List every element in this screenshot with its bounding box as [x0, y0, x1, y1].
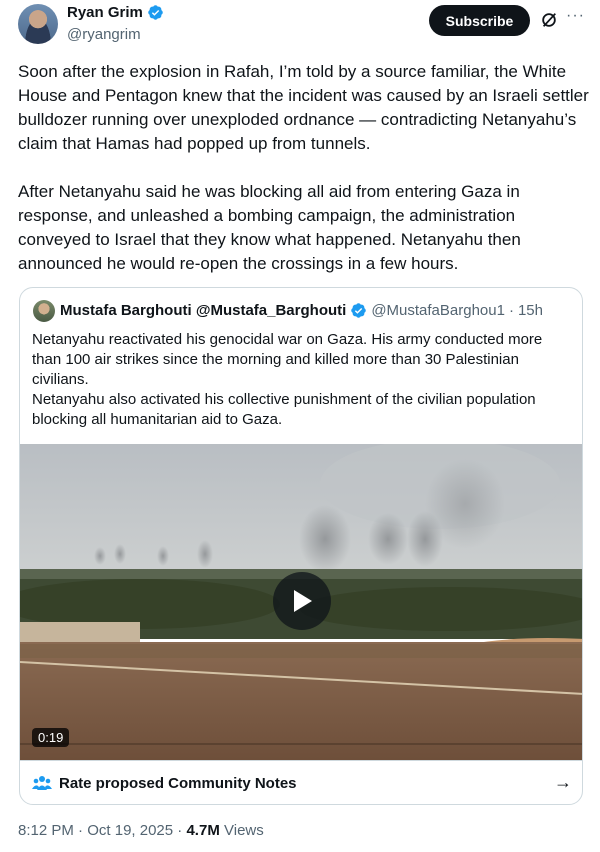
video-player[interactable]: 0:19: [20, 444, 582, 760]
community-notes-bar[interactable]: Rate proposed Community Notes →: [20, 760, 582, 804]
tweet-date[interactable]: Oct 19, 2025: [87, 822, 173, 839]
quoted-text-line: Netanyahu reactivated his genocidal war …: [32, 331, 543, 388]
quoted-tweet-header: Mustafa Barghouti @Mustafa_Barghouti @Mu…: [60, 302, 543, 319]
subscribe-button[interactable]: Subscribe: [429, 5, 530, 36]
author-handle[interactable]: @ryangrim: [67, 26, 141, 43]
arrow-right-icon[interactable]: →: [554, 772, 572, 793]
quoted-tweet-text: Netanyahu reactivated his genocidal war …: [32, 330, 572, 430]
play-icon: [294, 590, 312, 612]
author-name[interactable]: Ryan Grim: [67, 4, 143, 21]
author-name-row[interactable]: Ryan Grim: [67, 4, 164, 21]
grok-icon[interactable]: [540, 11, 558, 29]
separator-dot: ·: [78, 822, 84, 839]
tweet-paragraph: Soon after the explosion in Rafah, I’m t…: [18, 62, 589, 153]
quoted-tweet[interactable]: Mustafa Barghouti @Mustafa_Barghouti @Mu…: [19, 287, 583, 805]
tweet-metadata: 8:12 PM · Oct 19, 2025 · 4.7M Views: [18, 822, 264, 839]
separator-dot: ·: [508, 302, 514, 319]
community-notes-icon: [32, 776, 52, 790]
quoted-author-avatar[interactable]: [33, 300, 55, 322]
more-options-icon[interactable]: ···: [566, 7, 585, 25]
play-button[interactable]: [273, 572, 331, 630]
video-duration: 0:19: [32, 728, 70, 747]
views-label: Views: [224, 822, 264, 839]
tweet-text: Soon after the explosion in Rafah, I’m t…: [18, 60, 590, 300]
quoted-author-handle[interactable]: @MustafaBarghou1: [371, 302, 505, 319]
quoted-text-line: Netanyahu also activated his collective …: [32, 391, 536, 428]
verified-badge-icon: [148, 5, 163, 20]
quoted-tweet-time[interactable]: 15h: [518, 302, 543, 319]
community-notes-label[interactable]: Rate proposed Community Notes: [59, 775, 297, 792]
quoted-author-name[interactable]: Mustafa Barghouti @Mustafa_Barghouti: [60, 302, 346, 319]
author-avatar[interactable]: [18, 4, 58, 44]
tweet-paragraph: After Netanyahu said he was blocking all…: [18, 182, 521, 273]
tweet-time[interactable]: 8:12 PM: [18, 822, 74, 839]
verified-badge-icon: [351, 303, 367, 318]
views-count: 4.7M: [186, 822, 220, 839]
separator-dot: ·: [177, 822, 183, 839]
